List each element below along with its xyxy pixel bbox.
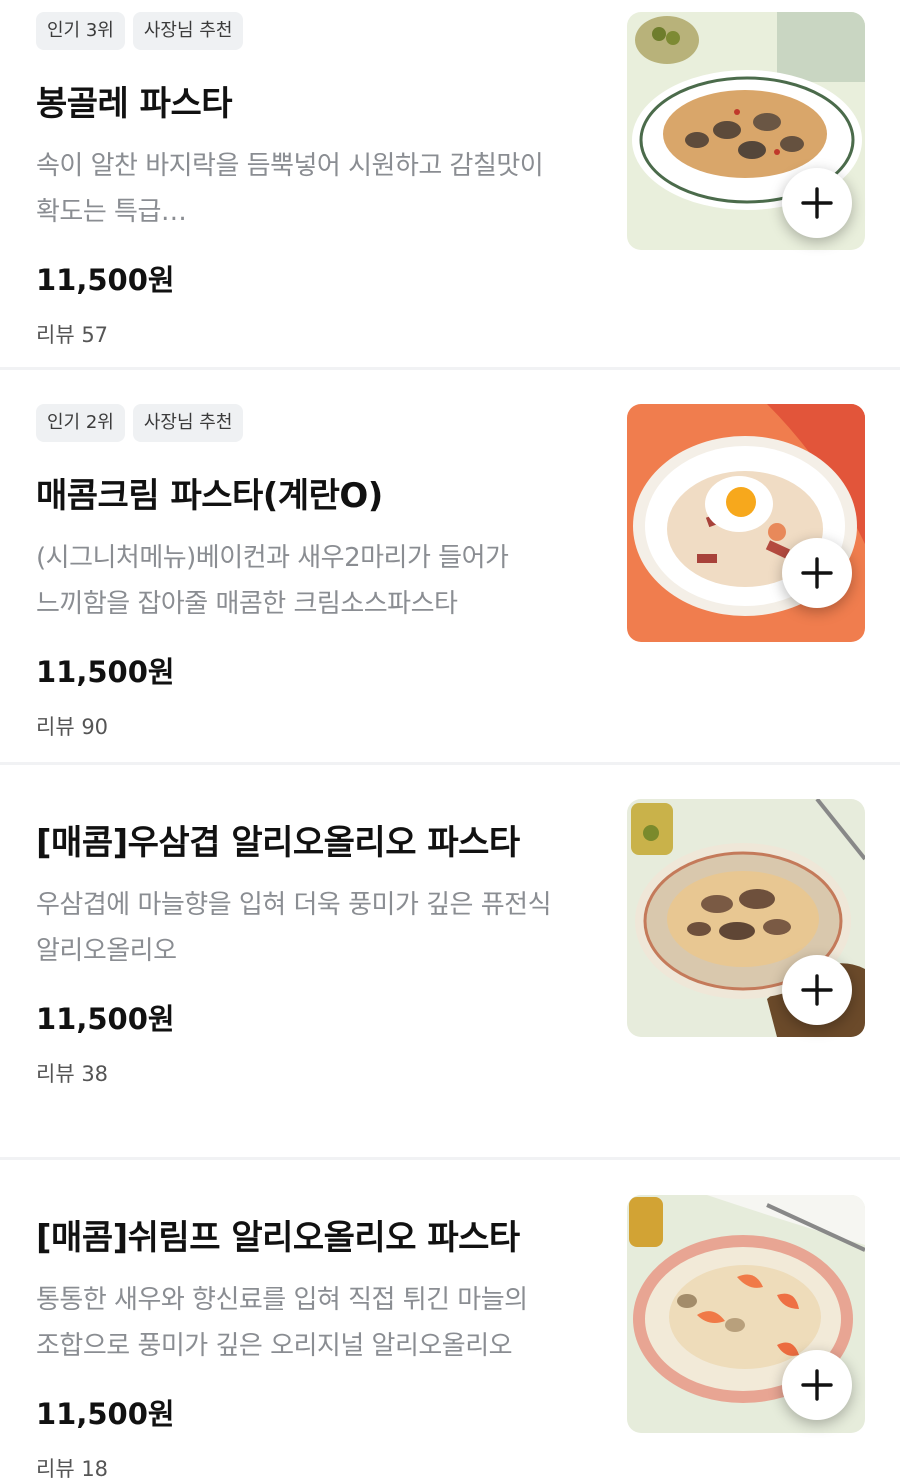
menu-item-review-count: 리뷰 38 xyxy=(36,1062,109,1086)
menu-item-description: 우삼겹에 마늘향을 입혀 더욱 풍미가 깊은 퓨전식 알리오올리오 xyxy=(36,890,552,966)
badge-group: 인기 2위 사장님 추천 xyxy=(36,404,576,442)
menu-item-name: 매콤크림 파스타(계란O) xyxy=(36,476,383,516)
menu-list: 인기 3위 사장님 추천 봉골레 파스타 속이 알찬 바지락을 듬뿍넣어 시원하… xyxy=(0,0,900,1483)
add-to-cart-button[interactable] xyxy=(782,1350,852,1420)
menu-item-info: 인기 3위 사장님 추천 봉골레 파스타 속이 알찬 바지락을 듬뿍넣어 시원하… xyxy=(36,12,576,349)
menu-item-price: 11,500원 xyxy=(36,1002,175,1036)
add-to-cart-button[interactable] xyxy=(782,955,852,1025)
popularity-badge: 인기 2위 xyxy=(36,404,125,442)
menu-item-spicy-cream[interactable]: 인기 2위 사장님 추천 매콤크림 파스타(계란O) (시그니처메뉴)베이컨과 … xyxy=(0,370,900,765)
menu-item-name: [매콤]우삼겹 알리오올리오 파스타 xyxy=(36,823,520,863)
spicy-cream-pasta-photo[interactable] xyxy=(627,404,865,642)
owner-recommend-badge: 사장님 추천 xyxy=(132,12,244,50)
menu-item-name: [매콤]쉬림프 알리오올리오 파스타 xyxy=(36,1218,520,1258)
menu-item-description: (시그니처메뉴)베이컨과 새우2마리가 들어가 느끼함을 잡아줄 매콤한 크림소… xyxy=(36,543,509,619)
menu-item-shrimp-aglio-olio[interactable]: [매콤]쉬림프 알리오올리오 파스타 통통한 새우와 향신료를 입혀 직접 튀긴… xyxy=(0,1160,900,1483)
menu-item-vongole[interactable]: 인기 3위 사장님 추천 봉골레 파스타 속이 알찬 바지락을 듬뿍넣어 시원하… xyxy=(0,0,900,370)
owner-recommend-badge: 사장님 추천 xyxy=(132,404,244,442)
plus-icon xyxy=(801,974,833,1006)
menu-item-review-count: 리뷰 57 xyxy=(36,323,109,347)
badge-group: 인기 3위 사장님 추천 xyxy=(36,12,576,50)
add-to-cart-button[interactable] xyxy=(782,168,852,238)
menu-item-price: 11,500원 xyxy=(36,263,175,297)
menu-item-description: 속이 알찬 바지락을 듬뿍넣어 시원하고 감칠맛이 확도는 특급… xyxy=(36,151,544,227)
plus-icon xyxy=(801,557,833,589)
menu-item-description: 통통한 새우와 향신료를 입혀 직접 튀긴 마늘의 조합으로 풍미가 깊은 오리… xyxy=(36,1285,528,1361)
plus-icon xyxy=(801,1369,833,1401)
menu-item-review-count: 리뷰 90 xyxy=(36,715,109,739)
add-to-cart-button[interactable] xyxy=(782,538,852,608)
menu-item-name: 봉골레 파스타 xyxy=(36,84,233,124)
menu-item-info: 인기 2위 사장님 추천 매콤크림 파스타(계란O) (시그니처메뉴)베이컨과 … xyxy=(36,404,576,741)
menu-item-price: 11,500원 xyxy=(36,655,175,689)
popularity-badge: 인기 3위 xyxy=(36,12,125,50)
menu-item-info: [매콤]우삼겹 알리오올리오 파스타 우삼겹에 마늘향을 입혀 더욱 풍미가 깊… xyxy=(36,815,576,1088)
menu-item-review-count: 리뷰 18 xyxy=(36,1457,109,1481)
plus-icon xyxy=(801,187,833,219)
menu-item-info: [매콤]쉬림프 알리오올리오 파스타 통통한 새우와 향신료를 입혀 직접 튀긴… xyxy=(36,1210,576,1483)
menu-item-price: 11,500원 xyxy=(36,1397,175,1431)
menu-item-beef-aglio-olio[interactable]: [매콤]우삼겹 알리오올리오 파스타 우삼겹에 마늘향을 입혀 더욱 풍미가 깊… xyxy=(0,765,900,1160)
